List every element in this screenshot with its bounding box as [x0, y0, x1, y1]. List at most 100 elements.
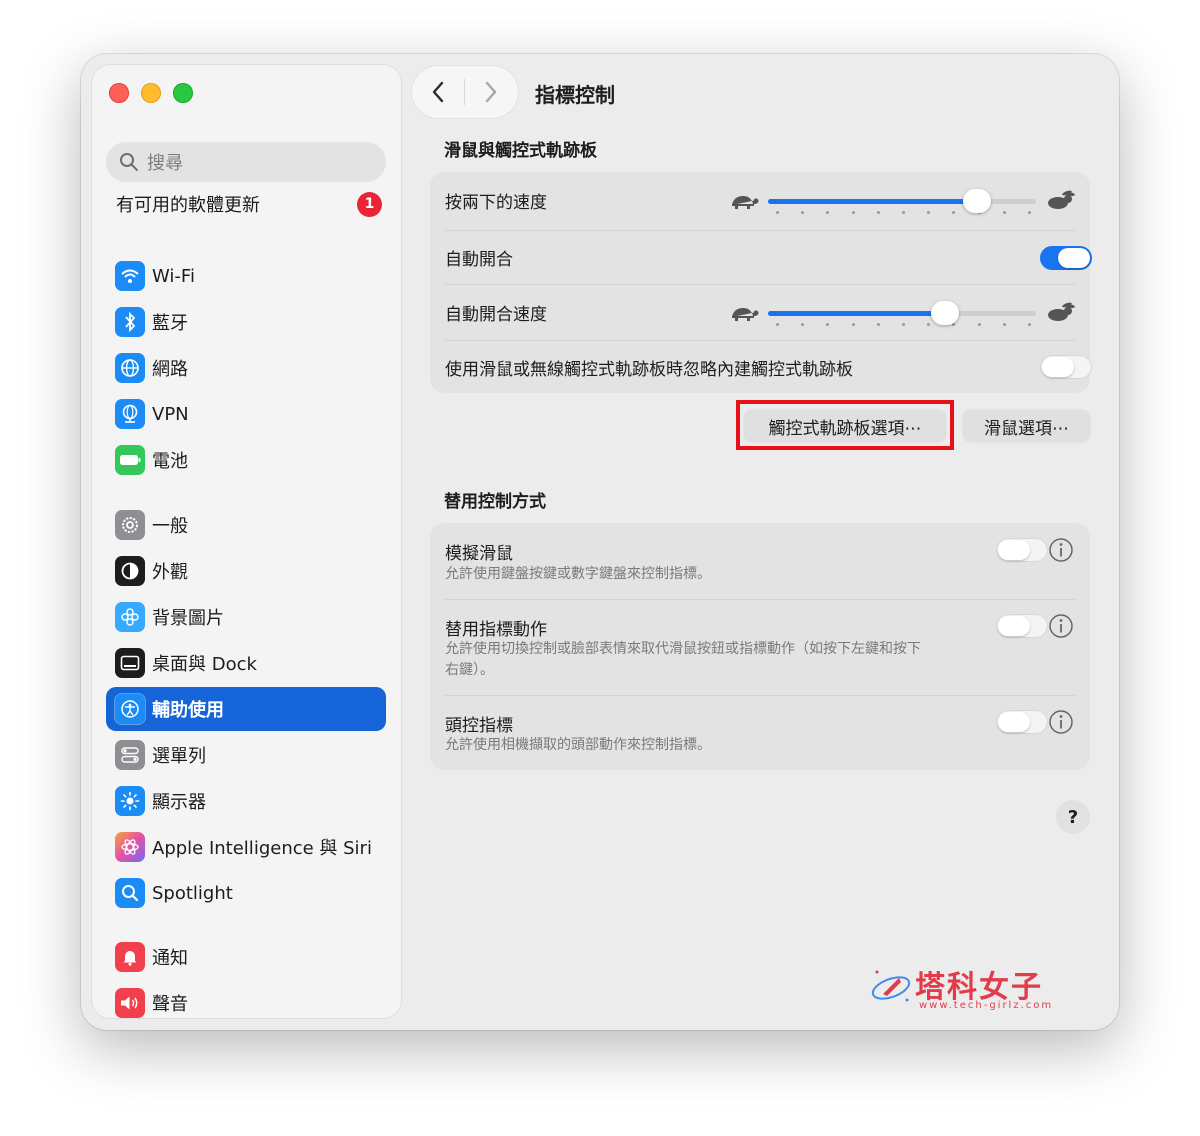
sidebar-item-label: 輔助使用 — [152, 700, 224, 721]
zoom-window-button[interactable] — [173, 83, 193, 103]
search-icon — [120, 153, 138, 171]
sidebar-item-general[interactable]: 一般 — [106, 503, 386, 547]
sidebar-item-menubar[interactable]: 選單列 — [106, 733, 386, 777]
sidebar: 搜尋 有可用的軟體更新 1 Wi-Fi 藍牙 網路 VPN 電池 一般 外觀 背… — [92, 65, 401, 1018]
bluetooth-icon — [115, 307, 145, 337]
ignore-builtin-trackpad-toggle[interactable] — [1040, 355, 1092, 379]
head-pointer-label: 頭控指標 — [445, 716, 513, 736]
alternate-pointer-actions-toggle[interactable] — [996, 614, 1048, 638]
slider-tick — [1028, 323, 1031, 326]
alternate-control-group: 模擬滑鼠 允許使用鍵盤按鍵或數字鍵盤來控制指標。 替用指標動作 允許使用切換控制… — [430, 523, 1090, 770]
slider-fill — [768, 311, 945, 316]
spring-loading-speed-label: 自動開合速度 — [445, 305, 547, 325]
head-pointer-toggle[interactable] — [996, 710, 1048, 734]
sidebar-item-network[interactable]: 網路 — [106, 346, 386, 390]
spring-loading-speed-slider[interactable] — [768, 298, 1036, 328]
forward-button[interactable] — [465, 66, 517, 118]
info-icon[interactable] — [1048, 537, 1074, 563]
sidebar-item-battery[interactable]: 電池 — [106, 438, 386, 482]
back-button[interactable] — [412, 66, 464, 118]
siri-icon — [115, 832, 145, 862]
sidebar-item-label: Wi-Fi — [152, 265, 195, 287]
info-icon[interactable] — [1048, 613, 1074, 639]
spring-loading-label: 自動開合 — [445, 250, 513, 270]
sidebar-item-spotlight[interactable]: Spotlight — [106, 871, 386, 915]
sidebar-item-siri[interactable]: Apple Intelligence 與 Siri — [106, 825, 386, 869]
help-button[interactable]: ? — [1056, 800, 1090, 834]
sidebar-item-vpn[interactable]: VPN — [106, 392, 386, 436]
mouse-keys-label: 模擬滑鼠 — [445, 544, 513, 564]
toggle-knob — [1042, 357, 1074, 377]
sidebar-item-label: 網路 — [152, 359, 188, 380]
sidebar-item-label: Apple Intelligence 與 Siri — [152, 838, 372, 859]
sidebar-item-bluetooth[interactable]: 藍牙 — [106, 300, 386, 344]
chevron-left-icon — [432, 81, 444, 103]
slider-tick — [852, 323, 855, 326]
sidebar-item-accessibility[interactable]: 輔助使用 — [106, 687, 386, 731]
slider-tick — [952, 211, 955, 214]
sidebar-item-desktop-dock[interactable]: 桌面與 Dock — [106, 641, 386, 685]
sound-icon — [115, 988, 145, 1018]
sidebar-item-wifi[interactable]: Wi-Fi — [106, 254, 386, 298]
slider-tick — [776, 211, 779, 214]
software-update-item[interactable]: 有可用的軟體更新 1 — [116, 189, 386, 219]
highlight-box — [736, 400, 954, 450]
update-badge: 1 — [357, 191, 382, 217]
appearance-icon — [115, 556, 145, 586]
alternate-pointer-actions-row: 替用指標動作 允許使用切換控制或臉部表情來取代滑鼠按鈕或指標動作（如按下左鍵和按… — [445, 599, 1075, 695]
double-click-speed-row: 按兩下的速度 — [445, 172, 1075, 230]
sidebar-item-appearance[interactable]: 外觀 — [106, 549, 386, 593]
software-update-label: 有可用的軟體更新 — [116, 195, 260, 216]
slider-thumb[interactable] — [931, 301, 959, 325]
rabbit-icon — [1048, 302, 1075, 321]
sidebar-item-label: 一般 — [152, 516, 188, 537]
vpn-globe-icon — [115, 399, 145, 429]
search-field[interactable]: 搜尋 — [106, 142, 386, 182]
toggle-knob — [998, 616, 1030, 636]
info-icon[interactable] — [1048, 709, 1074, 735]
double-click-speed-label: 按兩下的速度 — [445, 193, 547, 213]
slider-tick — [1003, 211, 1006, 214]
spring-loading-toggle[interactable] — [1040, 246, 1092, 270]
sidebar-item-displays[interactable]: 顯示器 — [106, 779, 386, 823]
turtle-icon — [732, 196, 759, 209]
alternate-pointer-actions-description: 允許使用切換控制或臉部表情來取代滑鼠按鈕或指標動作（如按下左鍵和按下右鍵）。 — [445, 641, 921, 678]
chevron-right-icon — [485, 81, 497, 103]
slider-tick — [826, 323, 829, 326]
slider-fill — [768, 199, 977, 204]
slider-tick — [801, 211, 804, 214]
sidebar-item-label: 外觀 — [152, 562, 188, 583]
turtle-icon — [732, 308, 759, 321]
sidebar-item-notifications[interactable]: 通知 — [106, 935, 386, 979]
notification-icon — [115, 942, 145, 972]
sidebar-item-label: 背景圖片 — [152, 608, 224, 629]
section-title-mouse-trackpad: 滑鼠與觸控式軌跡板 — [444, 141, 597, 161]
slider-tick — [826, 211, 829, 214]
accessibility-icon — [115, 694, 145, 724]
mouse-keys-toggle[interactable] — [996, 538, 1048, 562]
head-pointer-description: 允許使用相機擷取的頭部動作來控制指標。 — [445, 737, 711, 753]
section-title-alternate-control: 替用控制方式 — [444, 492, 546, 512]
head-pointer-row: 頭控指標 允許使用相機擷取的頭部動作來控制指標。 — [445, 695, 1075, 770]
watermark-logo: 塔科女子 www.tech-girlz.com — [869, 962, 1051, 1014]
slider-tick — [801, 323, 804, 326]
sidebar-item-label: 通知 — [152, 948, 188, 969]
dock-icon — [115, 648, 145, 678]
double-click-speed-slider[interactable] — [768, 186, 1036, 216]
settings-window: 搜尋 有可用的軟體更新 1 Wi-Fi 藍牙 網路 VPN 電池 一般 外觀 背… — [81, 54, 1119, 1030]
rocket-logo-icon — [871, 970, 911, 1002]
slider-tick — [776, 323, 779, 326]
sidebar-item-sound[interactable]: 聲音 — [106, 981, 386, 1025]
minimize-window-button[interactable] — [141, 83, 161, 103]
toggle-knob — [998, 540, 1030, 560]
sidebar-item-wallpaper[interactable]: 背景圖片 — [106, 595, 386, 639]
slider-thumb[interactable] — [963, 189, 991, 213]
search-placeholder: 搜尋 — [147, 153, 183, 174]
slider-tick — [927, 323, 930, 326]
alternate-pointer-actions-label: 替用指標動作 — [445, 620, 547, 640]
close-window-button[interactable] — [109, 83, 129, 103]
sidebar-item-label: 桌面與 Dock — [152, 654, 257, 675]
mouse-options-button[interactable]: 滑鼠選項⋯ — [963, 410, 1090, 442]
globe-icon — [115, 353, 145, 383]
battery-icon — [115, 445, 145, 475]
